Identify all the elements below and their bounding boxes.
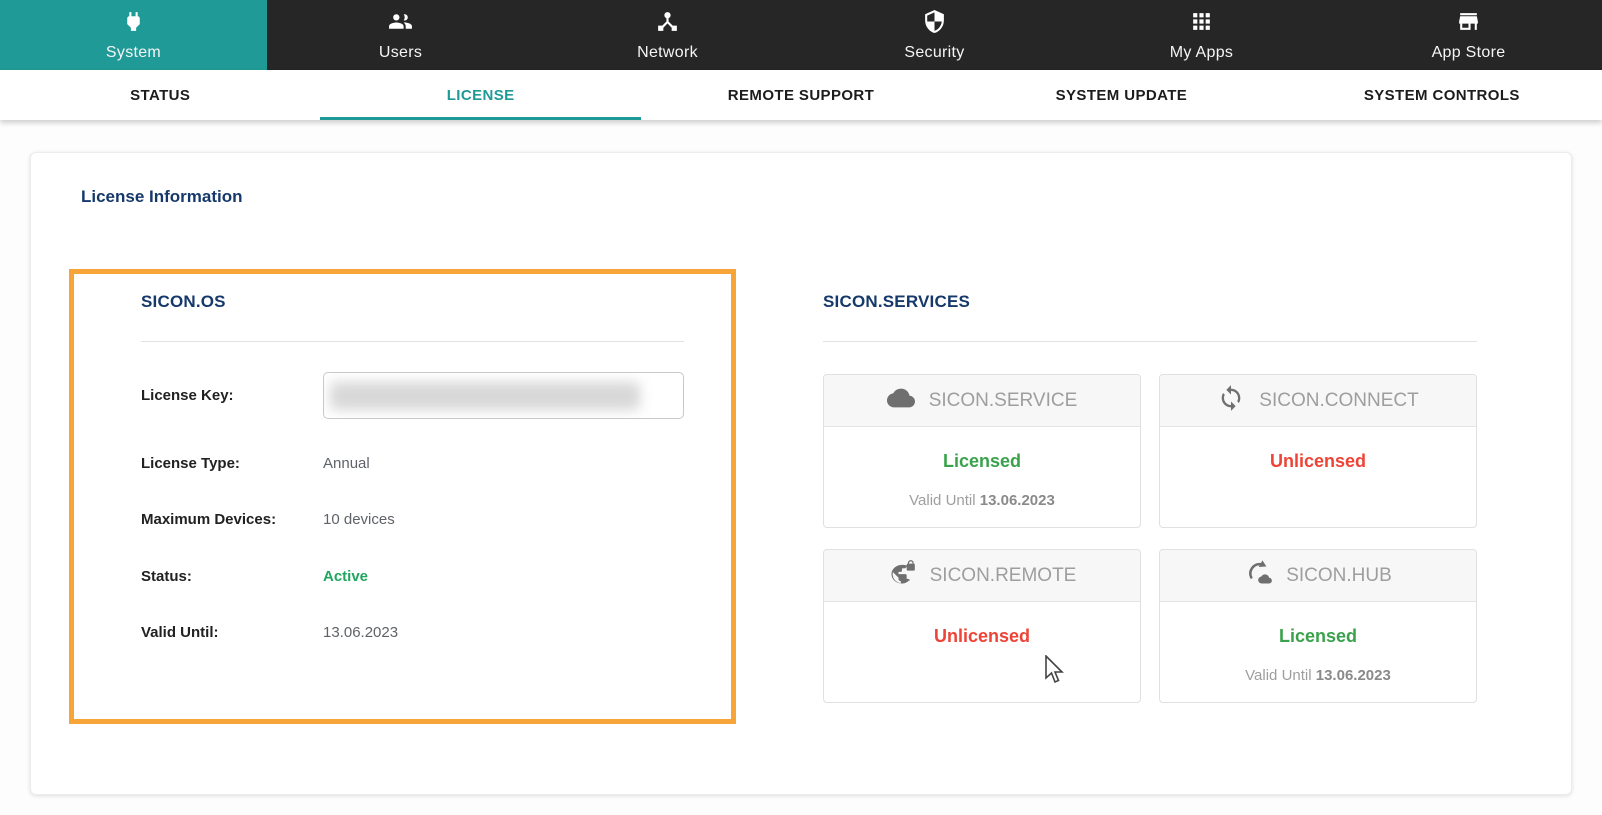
license-information-card: License Information SICON.OS License Key… [30,152,1572,795]
service-status: Licensed [943,451,1021,472]
topnav-label: System [106,44,161,62]
topnav-item-app-store[interactable]: App Store [1335,0,1602,70]
license-type-value: Annual [323,455,370,472]
service-name: SICON.SERVICE [929,390,1078,412]
service-status: Licensed [1279,626,1357,647]
sicon-services-heading: SICON.SERVICES [823,292,970,312]
topnav-item-security[interactable]: Security [801,0,1068,70]
service-card-sicon-hub: SICON.HUB Licensed Valid Until 13.06.202… [1159,549,1477,703]
license-key-redacted-value [330,382,640,410]
shield-icon [922,9,947,39]
status-label: Status: [141,568,192,585]
cloud-sync-icon [1244,559,1272,592]
tab-system-controls[interactable]: SYSTEM CONTROLS [1282,70,1602,120]
sicon-os-divider [141,341,684,342]
maximum-devices-label: Maximum Devices: [141,511,276,528]
license-key-label: License Key: [141,387,234,404]
topnav-label: App Store [1432,44,1506,62]
sync-icon [1217,384,1245,417]
service-name: SICON.REMOTE [930,565,1077,587]
topnav-item-users[interactable]: Users [267,0,534,70]
topnav-label: Users [379,44,422,62]
service-card-sicon-connect: SICON.CONNECT Unlicensed [1159,374,1477,528]
page: System Users Network Security My Apps Ap… [0,0,1602,815]
service-status: Unlicensed [934,626,1030,647]
tab-license[interactable]: LICENSE [320,70,640,120]
license-type-label: License Type: [141,455,240,472]
license-key-input[interactable] [323,372,684,419]
service-name: SICON.HUB [1286,565,1392,587]
valid-until-label: Valid Until: [141,624,219,641]
topnav-item-network[interactable]: Network [534,0,801,70]
network-icon [655,9,680,39]
tab-status[interactable]: STATUS [0,70,320,120]
topnav-item-system[interactable]: System [0,0,267,70]
users-icon [388,9,413,39]
storefront-icon [1456,9,1481,39]
service-card-sicon-service: SICON.SERVICE Licensed Valid Until 13.06… [823,374,1141,528]
service-status: Unlicensed [1270,451,1366,472]
tab-system-update[interactable]: SYSTEM UPDATE [961,70,1281,120]
page-title: License Information [81,187,243,207]
topnav-label: Security [904,44,964,62]
status-value: Active [323,568,368,585]
sicon-os-highlight-box [69,269,736,724]
tab-remote-support[interactable]: REMOTE SUPPORT [641,70,961,120]
apps-grid-icon [1189,9,1214,39]
service-valid-until: Valid Until 13.06.2023 [909,492,1055,509]
topnav-label: Network [637,44,698,62]
service-card-sicon-remote: SICON.REMOTE Unlicensed [823,549,1141,703]
globe-lock-icon [888,559,916,592]
plug-icon [121,9,146,39]
topnav-label: My Apps [1170,44,1233,62]
top-navigation: System Users Network Security My Apps Ap… [0,0,1602,70]
service-name: SICON.CONNECT [1259,390,1418,412]
cloud-icon [887,384,915,417]
sicon-os-heading: SICON.OS [141,292,226,312]
mouse-cursor [1045,655,1067,685]
topnav-item-my-apps[interactable]: My Apps [1068,0,1335,70]
system-tab-bar: STATUS LICENSE REMOTE SUPPORT SYSTEM UPD… [0,70,1602,120]
valid-until-value: 13.06.2023 [323,624,398,641]
sicon-services-divider [823,341,1477,342]
service-valid-until: Valid Until 13.06.2023 [1245,667,1391,684]
maximum-devices-value: 10 devices [323,511,395,528]
